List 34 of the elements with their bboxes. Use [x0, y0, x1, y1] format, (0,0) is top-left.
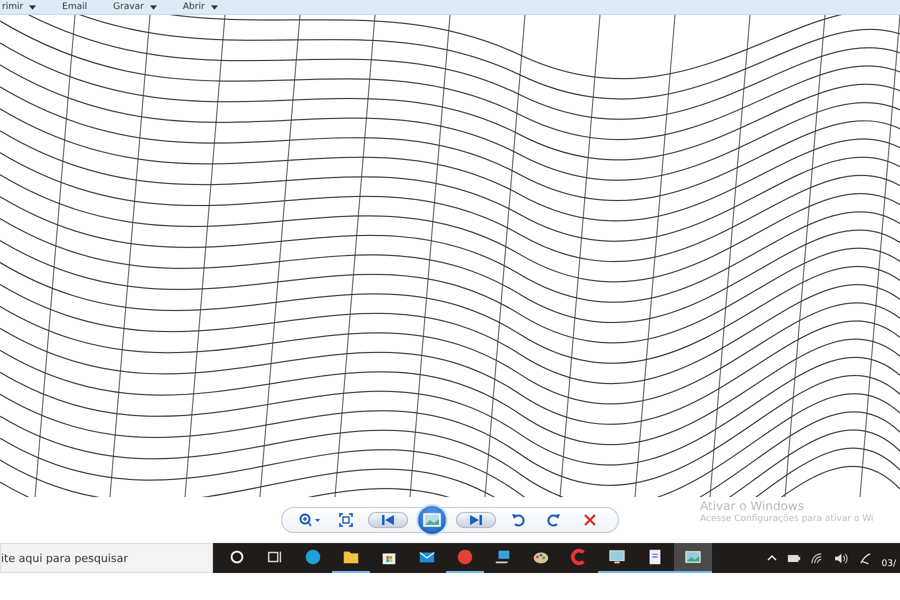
picture-icon: [684, 548, 702, 566]
menu-item[interactable]: Abrir: [180, 0, 220, 14]
monitor-icon: [608, 548, 626, 566]
clock-date[interactable]: 03/: [882, 559, 896, 569]
zoom-icon: [299, 513, 321, 527]
circle-icon: [228, 548, 246, 566]
speaker-icon[interactable]: [834, 552, 849, 564]
caret-icon: [210, 4, 218, 10]
pen-icon[interactable]: [858, 552, 872, 564]
fit-frame-icon: [339, 513, 353, 527]
close-icon: [583, 513, 597, 527]
previous-button[interactable]: [368, 512, 408, 528]
laptop-icon: [494, 548, 512, 566]
next-button[interactable]: [456, 512, 496, 528]
caret-icon: [29, 4, 36, 10]
wifi-icon[interactable]: [810, 552, 824, 564]
browser-icon: [304, 548, 322, 566]
skip-forward-icon: [469, 514, 483, 526]
chevron-up-icon[interactable]: [766, 555, 777, 561]
activation-text: Acesse Configurações para ativar o Wi: [700, 514, 874, 524]
menu-item[interactable]: rimir: [0, 0, 38, 14]
menu-item[interactable]: Gravar: [111, 0, 159, 14]
activation-title: Ativar o Windows: [700, 499, 805, 513]
menu-item[interactable]: Email: [60, 0, 90, 14]
skip-back-icon: [381, 514, 395, 526]
caret-icon: [150, 4, 157, 10]
rotate-right-icon: [547, 513, 561, 527]
search-field[interactable]: ite aqui para pesquisar: [0, 543, 213, 573]
picture-icon: [423, 513, 441, 527]
slideshow-button[interactable]: [416, 504, 448, 536]
browser-icon: [456, 548, 474, 566]
rotate-left-icon: [511, 513, 525, 527]
photo-viewer-button[interactable]: [674, 543, 712, 573]
battery-icon[interactable]: [786, 554, 801, 562]
